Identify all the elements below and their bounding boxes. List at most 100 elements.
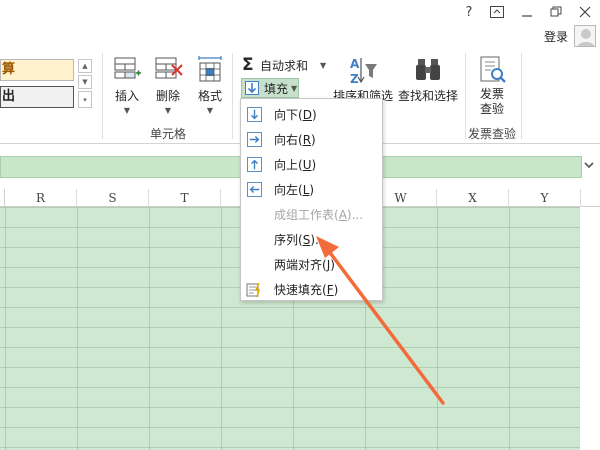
invoice-check-button[interactable]: 发票 查验	[474, 55, 510, 117]
cell-style-output[interactable]: 出	[0, 86, 74, 108]
expand-formula-bar-button[interactable]	[583, 160, 595, 173]
close-icon	[579, 6, 591, 18]
grid-line	[77, 207, 78, 450]
avatar[interactable]	[574, 25, 596, 47]
invoice-group-label: 发票查验	[468, 127, 517, 141]
login-link[interactable]: 登录	[544, 28, 568, 45]
chevron-down-icon: ▼	[206, 106, 214, 115]
minimize-button[interactable]	[516, 3, 538, 21]
title-bar: ?	[0, 0, 600, 25]
restore-icon	[550, 6, 562, 17]
chevron-down-icon: ▼	[164, 106, 172, 115]
menu-item-label: 两端对齐(J)	[274, 258, 335, 272]
grid-line	[221, 207, 222, 450]
menu-item-label: 向下(D)	[274, 108, 317, 122]
label-text: 成组工作表	[274, 208, 335, 222]
column-header-s[interactable]: S	[77, 189, 149, 207]
format-button[interactable]: 格式 ▼	[194, 55, 226, 115]
close-button[interactable]	[574, 3, 596, 21]
ribbon-display-button[interactable]	[486, 3, 508, 21]
autosum-button[interactable]: Σ 自动求和 ▼	[242, 55, 326, 75]
column-header-y[interactable]: Y	[509, 189, 581, 207]
access-key: J	[326, 258, 331, 272]
fill-up-icon	[247, 157, 262, 172]
vertical-scrollbar-area[interactable]	[580, 207, 600, 450]
menu-item-justify[interactable]: 两端对齐(J)	[241, 252, 382, 277]
sort-filter-icon: A Z	[350, 57, 377, 85]
chevron-down-icon: ▼	[320, 60, 327, 70]
fill-dropdown-menu: 向下(D) 向右(R) 向上(U) 向左(L) 成组工作表(A)... 序列(S…	[240, 98, 383, 301]
restore-button[interactable]	[545, 3, 567, 21]
menu-item-flash-fill[interactable]: 快速填充(F)	[241, 277, 382, 302]
chevron-down-icon: ▼	[291, 83, 298, 93]
label-text: 向下	[274, 108, 299, 122]
chevron-up-icon: ▲	[82, 62, 88, 70]
svg-text:A: A	[350, 57, 360, 71]
invoice-button-line2: 查验	[479, 102, 504, 116]
fill-right-icon	[247, 132, 262, 147]
menu-item-fill-down[interactable]: 向下(D)	[241, 102, 382, 127]
group-separator	[465, 53, 466, 139]
group-separator	[102, 53, 103, 139]
gallery-expand[interactable]: ▾	[78, 91, 92, 108]
access-key: L	[302, 183, 310, 197]
gallery-scroll-up[interactable]: ▲	[78, 59, 92, 73]
grid-line	[437, 207, 438, 450]
expand-icon: ▾	[83, 95, 87, 104]
fill-left-icon	[247, 182, 262, 197]
invoice-search-icon	[480, 56, 506, 83]
gallery-scroll-down[interactable]: ▼	[78, 75, 92, 89]
column-header-t[interactable]: T	[149, 189, 221, 207]
group-separator	[521, 53, 522, 139]
fill-button[interactable]: 填充 ▼	[241, 78, 299, 98]
group-separator	[232, 53, 233, 139]
chevron-down-icon	[584, 162, 594, 169]
access-key: S	[302, 233, 311, 247]
fill-down-icon	[247, 107, 262, 122]
menu-item-label: 向左(L)	[274, 183, 315, 197]
help-icon: ?	[465, 4, 473, 20]
help-button[interactable]: ?	[458, 3, 480, 21]
ellipsis: ...	[315, 233, 327, 247]
menu-item-fill-up[interactable]: 向上(U)	[241, 152, 382, 177]
delete-cells-icon	[155, 57, 183, 79]
cell-style-calculation[interactable]: 算	[0, 59, 74, 81]
access-key: D	[302, 108, 312, 122]
label-text: 向左	[274, 183, 299, 197]
label-text: 快速填充	[274, 283, 323, 297]
label-text: 向右	[274, 133, 299, 147]
menu-item-fill-right[interactable]: 向右(R)	[241, 127, 382, 152]
menu-item-label: 序列(S)...	[274, 233, 327, 247]
chevron-down-icon: ▼	[82, 78, 88, 86]
menu-item-label: 成组工作表(A)...	[274, 208, 364, 222]
insert-label: 插入	[114, 89, 139, 103]
menu-item-fill-left[interactable]: 向左(L)	[241, 177, 382, 202]
sort-filter-button[interactable]: A Z 排序和筛选	[332, 55, 394, 104]
find-select-button[interactable]: 查找和选择	[395, 55, 461, 104]
invoice-button-line1: 发票	[479, 87, 504, 101]
autosum-label: 自动求和	[260, 58, 309, 73]
insert-button[interactable]: 插入 ▼	[111, 55, 143, 115]
ellipsis: ...	[351, 208, 364, 222]
insert-cells-icon	[114, 57, 141, 79]
user-avatar-icon	[577, 29, 595, 46]
format-cells-icon	[198, 56, 222, 82]
fill-down-icon	[245, 81, 259, 95]
menu-item-label: 向上(U)	[274, 158, 317, 172]
column-header-x[interactable]: X	[437, 189, 509, 207]
label-text: 两端对齐	[274, 258, 323, 272]
delete-button[interactable]: 删除 ▼	[152, 55, 184, 115]
grid-line	[149, 207, 150, 450]
access-key: R	[302, 133, 312, 147]
minimize-icon	[522, 15, 532, 17]
menu-item-series[interactable]: 序列(S)...	[241, 227, 382, 252]
access-key: A	[338, 208, 347, 222]
fill-label: 填充	[264, 81, 289, 96]
column-header-r[interactable]: R	[5, 189, 77, 207]
grid-line	[5, 207, 6, 450]
access-key: U	[302, 158, 312, 172]
svg-text:Z: Z	[350, 72, 359, 85]
menu-item-across-worksheets: 成组工作表(A)...	[241, 202, 382, 227]
access-key: F	[326, 283, 334, 297]
cells-group-label: 单元格	[150, 127, 187, 141]
